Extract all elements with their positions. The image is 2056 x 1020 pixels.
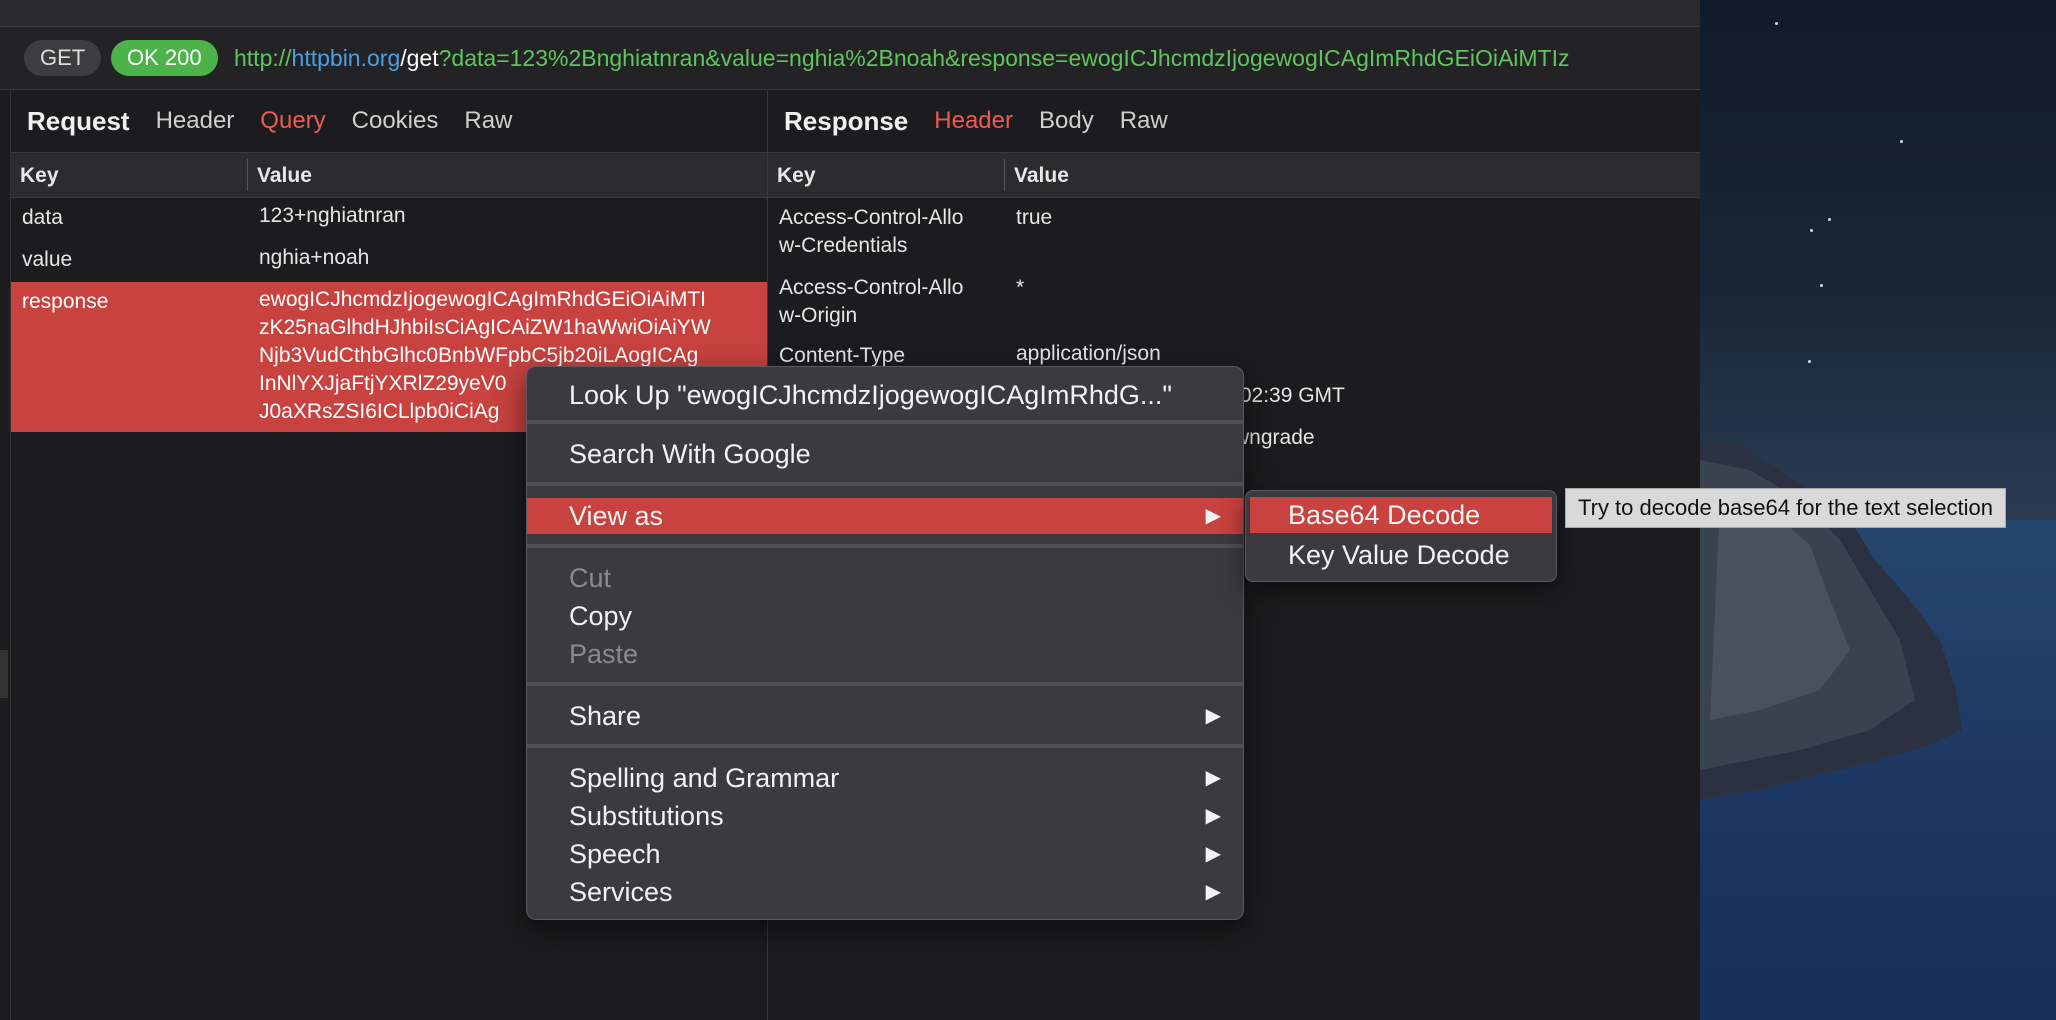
tab-request-header[interactable]: Header [156, 107, 235, 135]
menu-item-label: View as [569, 501, 664, 531]
method-badge: GET [24, 40, 102, 76]
submenu-item-label: Key Value Decode [1288, 540, 1510, 570]
menu-item-label: Paste [569, 639, 639, 669]
menu-item-label: Spelling and Grammar [569, 763, 840, 793]
row-value: application/json [1016, 342, 1161, 365]
request-tabs: Request Header Query Cookies Raw [11, 90, 767, 152]
tab-request-cookies[interactable]: Cookies [352, 107, 439, 135]
row-key: value [22, 248, 73, 271]
key-line: Access-Control-Allo [779, 276, 964, 299]
menu-item-share[interactable]: Share ▶ [527, 698, 1243, 734]
column-divider[interactable] [1004, 159, 1005, 191]
menu-separator [527, 544, 1243, 548]
url-scheme: http:// [234, 45, 292, 71]
value-line: zK25naGlhdHJhbiIsCiAgICAiZW1haWwiOiAiYW [259, 316, 711, 339]
submenu-arrow-icon: ▶ [1205, 767, 1221, 789]
tab-response-body[interactable]: Body [1039, 107, 1094, 135]
table-row[interactable]: Access-Control-Allo w-Origin * [768, 268, 1700, 338]
row-value: true [1016, 206, 1053, 229]
response-tabs: Response Header Body Raw [768, 90, 1700, 152]
row-key: Access-Control-Allo w-Credentials [779, 204, 963, 260]
column-value[interactable]: Value [1014, 164, 1069, 188]
table-row[interactable]: value nghia+noah [11, 240, 767, 282]
key-line: Access-Control-Allo [779, 206, 964, 229]
menu-item-label: Speech [569, 839, 661, 869]
value-line: ewogICJhcmdzIjogewogICAgImRhdGEiOiAiMTI [259, 288, 706, 311]
table-row[interactable]: data 123+nghiatnran [11, 198, 767, 240]
menu-item-speech[interactable]: Speech ▶ [527, 836, 1243, 872]
column-key[interactable]: Key [777, 164, 816, 188]
row-key: Access-Control-Allo w-Origin [779, 274, 963, 330]
tooltip: Try to decode base64 for the text select… [1565, 488, 2006, 528]
key-line: w-Origin [779, 304, 858, 327]
window-top-strip [0, 0, 1700, 27]
menu-item-label: Cut [569, 563, 612, 593]
row-key: response [22, 290, 109, 313]
menu-separator [527, 744, 1243, 748]
view-as-submenu: Base64 Decode Key Value Decode [1245, 490, 1557, 582]
request-url[interactable]: http://httpbin.org/get?data=123%2Bnghiat… [234, 43, 1570, 73]
row-key: Content-Type [779, 344, 906, 367]
row-value: :02:39 GMT [1234, 384, 1345, 407]
menu-item-label: Services [569, 877, 673, 907]
response-title: Response [784, 105, 909, 136]
table-row[interactable]: Access-Control-Allo w-Credentials true [768, 198, 1700, 268]
menu-separator [527, 482, 1243, 486]
url-query: ?data=123%2Bnghiatnran&value=nghia%2Bnoa… [438, 45, 1570, 71]
menu-item-services[interactable]: Services ▶ [527, 874, 1243, 910]
pane-resize-handle[interactable] [0, 650, 8, 698]
context-menu: Look Up "ewogICJhcmdzIjogewogICAgImRhdG.… [526, 366, 1244, 920]
menu-item-look-up[interactable]: Look Up "ewogICJhcmdzIjogewogICAgImRhdG.… [527, 377, 1243, 413]
menu-separator [527, 420, 1243, 424]
menu-item-cut: Cut [527, 560, 1243, 596]
column-value[interactable]: Value [257, 164, 312, 188]
row-value: * [1016, 276, 1025, 299]
key-line: w-Credentials [779, 234, 908, 257]
row-value: nghia+noah [259, 246, 370, 269]
url-bar: GET OK 200 http://httpbin.org/get?data=1… [0, 27, 1700, 90]
menu-item-view-as[interactable]: View as ▶ [527, 498, 1243, 534]
request-title: Request [27, 105, 130, 136]
menu-item-substitutions[interactable]: Substitutions ▶ [527, 798, 1243, 834]
tab-response-header[interactable]: Header [934, 107, 1013, 135]
menu-separator [527, 682, 1243, 686]
menu-item-label: Copy [569, 601, 633, 631]
tab-response-raw[interactable]: Raw [1120, 107, 1168, 135]
row-value: 123+nghiatnran [259, 204, 406, 227]
tab-request-raw[interactable]: Raw [464, 107, 512, 135]
submenu-item-key-value-decode[interactable]: Key Value Decode [1250, 537, 1552, 573]
row-value: wngrade [1234, 426, 1315, 449]
submenu-arrow-icon: ▶ [1205, 843, 1221, 865]
submenu-item-label: Base64 Decode [1288, 500, 1481, 530]
menu-item-label: Share [569, 701, 642, 731]
submenu-arrow-icon: ▶ [1205, 881, 1221, 903]
submenu-arrow-icon: ▶ [1205, 505, 1221, 527]
submenu-arrow-icon: ▶ [1205, 705, 1221, 727]
menu-item-paste: Paste [527, 636, 1243, 672]
menu-item-label: Search With Google [569, 439, 811, 469]
status-badge: OK 200 [111, 40, 218, 76]
tab-request-query[interactable]: Query [260, 107, 325, 135]
submenu-arrow-icon: ▶ [1205, 805, 1221, 827]
menu-item-label: Substitutions [569, 801, 724, 831]
menu-item-spelling-grammar[interactable]: Spelling and Grammar ▶ [527, 760, 1243, 796]
response-table-header: Key Value [768, 152, 1700, 198]
menu-item-label: Look Up "ewogICJhcmdzIjogewogICAgImRhdG.… [569, 380, 1172, 410]
submenu-item-base64-decode[interactable]: Base64 Decode [1250, 497, 1552, 533]
column-key[interactable]: Key [20, 164, 59, 188]
menu-item-search-google[interactable]: Search With Google [527, 436, 1243, 472]
url-host: httpbin.org [291, 45, 401, 71]
url-path: /get [400, 45, 439, 71]
row-key: data [22, 206, 63, 229]
column-divider[interactable] [247, 159, 248, 191]
menu-item-copy[interactable]: Copy [527, 598, 1243, 634]
request-table-header: Key Value [11, 152, 767, 198]
